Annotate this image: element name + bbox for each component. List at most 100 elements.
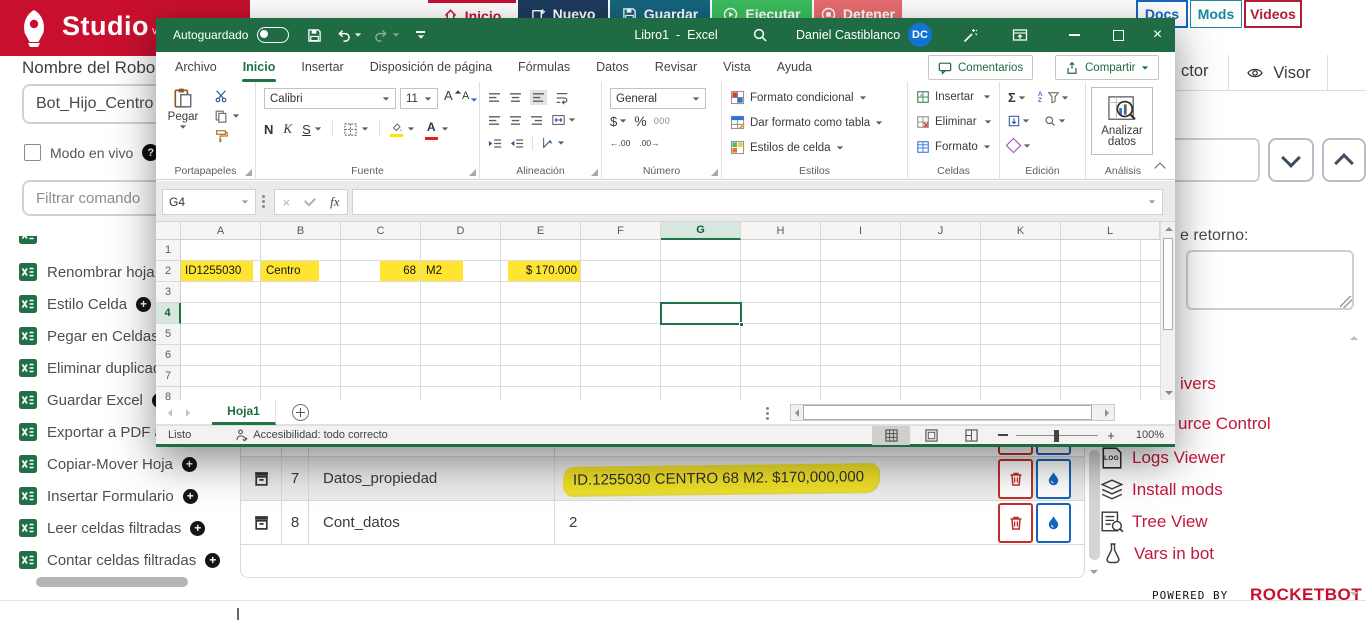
right-panel-tab-editor[interactable]: ctor <box>1181 62 1209 81</box>
sheet-next-icon[interactable] <box>186 409 190 417</box>
formula-input[interactable] <box>352 189 1163 215</box>
tab-vista[interactable]: Vista <box>710 52 764 82</box>
command-item-insertar-formulario[interactable]: Insertar Formulario+ <box>18 480 198 512</box>
sidebar-horizontal-scrollbar[interactable] <box>36 577 188 587</box>
column-header-h[interactable]: H <box>741 222 821 240</box>
quick-save-icon[interactable] <box>307 28 322 43</box>
row-header-2[interactable]: 2 <box>156 261 181 282</box>
cell-e2[interactable]: $ 170.000 <box>501 261 581 282</box>
view-page-break-button[interactable] <box>952 426 990 445</box>
add-command-icon[interactable]: + <box>136 297 151 312</box>
scroll-down-icon[interactable] <box>1165 391 1173 395</box>
align-center-icon[interactable] <box>509 115 522 126</box>
maximize-button[interactable] <box>1096 18 1140 52</box>
insert-cells-button[interactable]: Insertar <box>916 90 991 104</box>
formula-bar-handle[interactable] <box>262 193 265 210</box>
row-header-5[interactable]: 5 <box>156 324 181 345</box>
row-header-7[interactable]: 7 <box>156 366 181 387</box>
add-command-icon[interactable]: + <box>190 521 205 536</box>
cell-styles-button[interactable]: Estilos de celda <box>730 140 844 155</box>
status-accessibility[interactable]: Accesibilidad: todo correcto <box>253 429 388 441</box>
borders-button[interactable] <box>343 122 369 137</box>
grid-vertical-scrollbar[interactable] <box>1160 222 1175 400</box>
live-mode-checkbox[interactable] <box>24 144 41 161</box>
column-header-b[interactable]: B <box>261 222 341 240</box>
autosave-toggle[interactable] <box>257 27 289 43</box>
avatar[interactable]: DC <box>908 23 932 47</box>
table-scroll-down-icon[interactable] <box>1090 570 1098 574</box>
delete-variable-button[interactable] <box>998 459 1033 499</box>
zoom-out-icon[interactable] <box>998 434 1008 436</box>
coming-soon-icon[interactable] <box>962 27 978 43</box>
right-panel-tab-visor[interactable]: Visor <box>1228 55 1328 91</box>
command-item-leer-celdas-filtradas[interactable]: Leer celdas filtradas+ <box>18 512 205 544</box>
cut-icon[interactable] <box>214 89 228 103</box>
column-header-k[interactable]: K <box>981 222 1061 240</box>
sort-filter-button[interactable]: AZ <box>1038 92 1069 104</box>
grid-horizontal-scrollbar[interactable] <box>790 404 1115 421</box>
clean-variable-button[interactable] <box>1036 459 1071 499</box>
orientation-button[interactable] <box>541 136 565 150</box>
name-box[interactable]: G4 <box>162 189 256 215</box>
new-sheet-button[interactable] <box>292 404 309 421</box>
column-header-i[interactable]: I <box>821 222 901 240</box>
align-middle-icon[interactable] <box>509 92 522 103</box>
row-header-3[interactable]: 3 <box>156 282 181 303</box>
percent-format-button[interactable]: % <box>634 113 646 129</box>
tab-disposicion[interactable]: Disposición de página <box>357 52 505 82</box>
view-page-layout-button[interactable] <box>912 426 950 445</box>
zoom-slider-thumb[interactable] <box>1054 430 1059 442</box>
minimize-button[interactable] <box>1052 18 1096 52</box>
font-size-select[interactable]: 11 <box>400 88 438 109</box>
command-item-eliminar-duplicados[interactable]: Eliminar duplicados <box>18 352 177 384</box>
dialog-launcher-icon[interactable] <box>711 169 718 176</box>
tab-archivo[interactable]: Archivo <box>162 52 230 82</box>
hscroll-thumb[interactable] <box>803 405 1092 420</box>
link-drivers[interactable]: ivers <box>1180 374 1216 394</box>
column-header-l[interactable]: L <box>1061 222 1160 240</box>
close-button[interactable]: × <box>1140 18 1175 52</box>
align-bottom-icon[interactable] <box>530 90 547 105</box>
collapse-up-button[interactable] <box>1322 138 1366 182</box>
command-item-guardar-excel[interactable]: Guardar Excel+ <box>18 384 167 416</box>
find-select-button[interactable] <box>1044 115 1066 127</box>
format-cells-button[interactable]: Formato <box>916 140 991 154</box>
currency-format-button[interactable]: $ <box>610 114 627 129</box>
table-row-datos-propiedad[interactable]: 7 Datos_propiedad ID.1255030 CENTRO 68 M… <box>241 457 1084 501</box>
search-icon[interactable] <box>752 27 768 43</box>
link-logs-viewer[interactable]: Logs Viewer <box>1132 448 1225 468</box>
link-tree-view[interactable]: Tree View <box>1132 512 1208 532</box>
customize-toolbar-icon[interactable] <box>416 31 425 39</box>
command-item-estilo-celda[interactable]: Estilo Celda+ <box>18 288 151 320</box>
fill-button[interactable] <box>1008 115 1030 127</box>
panel-scroll-down-icon[interactable] <box>1350 592 1358 596</box>
link-vars-in-bot[interactable]: Vars in bot <box>1134 544 1214 564</box>
row-header-1[interactable]: 1 <box>156 240 181 261</box>
merge-center-button[interactable] <box>551 113 576 127</box>
delete-variable-button[interactable] <box>998 503 1033 543</box>
command-item-exportar-pdf[interactable]: Exportar a PDF ava <box>18 416 179 448</box>
grow-font-button[interactable]: A <box>444 88 462 103</box>
cell-d2[interactable]: M2 <box>421 261 501 282</box>
column-header-j[interactable]: J <box>901 222 981 240</box>
undo-dropdown-icon[interactable] <box>355 33 361 36</box>
tab-revisar[interactable]: Revisar <box>642 52 710 82</box>
underline-button[interactable]: S <box>302 122 322 137</box>
sheet-bar-handle[interactable] <box>766 405 769 422</box>
scroll-up-icon[interactable] <box>1165 227 1173 231</box>
tab-datos[interactable]: Datos <box>583 52 642 82</box>
dialog-launcher-icon[interactable] <box>469 169 476 176</box>
font-name-select[interactable]: Calibri <box>264 88 396 109</box>
row-header-8[interactable]: 8 <box>156 387 181 400</box>
column-header-c[interactable]: C <box>341 222 421 240</box>
hscroll-right-icon[interactable] <box>1105 409 1109 417</box>
number-format-select[interactable]: General <box>610 88 706 109</box>
share-button[interactable]: Compartir <box>1055 55 1159 80</box>
dialog-launcher-icon[interactable] <box>245 169 252 176</box>
decrease-decimal-button[interactable]: .00→ <box>639 138 659 148</box>
sheet-grid[interactable]: A B C D E F G H I J K L 1 2 3 4 5 6 7 <box>156 222 1175 400</box>
autosum-button[interactable]: Σ <box>1008 90 1026 105</box>
link-source-control[interactable]: urce Control <box>1178 414 1271 434</box>
comments-button[interactable]: Comentarios <box>928 55 1033 80</box>
link-install-mods[interactable]: Install mods <box>1132 480 1223 500</box>
